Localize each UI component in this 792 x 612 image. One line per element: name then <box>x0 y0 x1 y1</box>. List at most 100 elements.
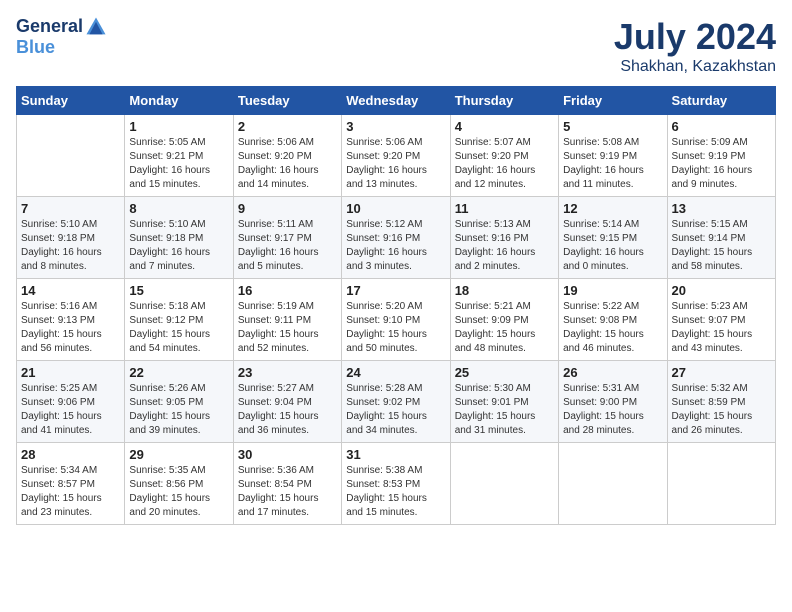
day-number: 19 <box>563 283 662 298</box>
weekday-header-row: SundayMondayTuesdayWednesdayThursdayFrid… <box>17 87 776 115</box>
day-info: Sunrise: 5:36 AMSunset: 8:54 PMDaylight:… <box>238 464 337 520</box>
logo-subtext: Blue <box>16 38 107 58</box>
day-info: Sunrise: 5:09 AMSunset: 9:19 PMDaylight:… <box>672 136 771 192</box>
calendar-cell: 8 Sunrise: 5:10 AMSunset: 9:18 PMDaylight… <box>125 197 233 279</box>
day-number: 16 <box>238 283 337 298</box>
day-number: 23 <box>238 365 337 380</box>
day-number: 18 <box>455 283 554 298</box>
calendar-cell: 13Sunrise: 5:15 AMSunset: 9:14 PMDayligh… <box>667 197 775 279</box>
calendar-cell: 12Sunrise: 5:14 AMSunset: 9:15 PMDayligh… <box>559 197 667 279</box>
weekday-header: Monday <box>125 87 233 115</box>
calendar-cell <box>559 443 667 525</box>
day-number: 6 <box>672 119 771 134</box>
day-info: Sunrise: 5:16 AMSunset: 9:13 PMDaylight:… <box>21 300 120 356</box>
day-number: 7 <box>21 201 120 216</box>
day-info: Sunrise: 5:23 AMSunset: 9:07 PMDaylight:… <box>672 300 771 356</box>
calendar-cell <box>17 115 125 197</box>
weekday-header: Wednesday <box>342 87 450 115</box>
day-info: Sunrise: 5:27 AMSunset: 9:04 PMDaylight:… <box>238 382 337 438</box>
calendar-table: SundayMondayTuesdayWednesdayThursdayFrid… <box>16 86 776 525</box>
calendar-cell: 20 Sunrise: 5:23 AMSunset: 9:07 PMDayligh… <box>667 279 775 361</box>
calendar-cell: 18 Sunrise: 5:21 AMSunset: 9:09 PMDayligh… <box>450 279 558 361</box>
day-info: Sunrise: 5:05 AMSunset: 9:21 PMDaylight:… <box>129 136 228 192</box>
page-header: General Blue July 2024 Shakhan, Kazakhst… <box>16 16 776 76</box>
logo: General Blue <box>16 16 107 58</box>
calendar-cell: 24 Sunrise: 5:28 AMSunset: 9:02 PMDayligh… <box>342 361 450 443</box>
day-info: Sunrise: 5:38 AMSunset: 8:53 PMDaylight:… <box>346 464 445 520</box>
day-info: Sunrise: 5:10 AMSunset: 9:18 PMDaylight:… <box>129 218 228 274</box>
calendar-week-row: 7 Sunrise: 5:10 AMSunset: 9:18 PMDaylight… <box>17 197 776 279</box>
day-number: 15 <box>129 283 228 298</box>
calendar-cell: 26 Sunrise: 5:31 AMSunset: 9:00 PMDayligh… <box>559 361 667 443</box>
day-number: 29 <box>129 447 228 462</box>
calendar-cell: 11 Sunrise: 5:13 AMSunset: 9:16 PMDayligh… <box>450 197 558 279</box>
day-number: 21 <box>21 365 120 380</box>
day-info: Sunrise: 5:22 AMSunset: 9:08 PMDaylight:… <box>563 300 662 356</box>
day-number: 3 <box>346 119 445 134</box>
day-number: 8 <box>129 201 228 216</box>
day-info: Sunrise: 5:35 AMSunset: 8:56 PMDaylight:… <box>129 464 228 520</box>
day-number: 1 <box>129 119 228 134</box>
month-title: July 2024 <box>614 16 776 58</box>
day-info: Sunrise: 5:11 AMSunset: 9:17 PMDaylight:… <box>238 218 337 274</box>
calendar-cell: 25 Sunrise: 5:30 AMSunset: 9:01 PMDayligh… <box>450 361 558 443</box>
day-number: 9 <box>238 201 337 216</box>
day-number: 26 <box>563 365 662 380</box>
day-number: 31 <box>346 447 445 462</box>
calendar-cell: 15Sunrise: 5:18 AMSunset: 9:12 PMDayligh… <box>125 279 233 361</box>
day-number: 30 <box>238 447 337 462</box>
day-info: Sunrise: 5:32 AMSunset: 8:59 PMDaylight:… <box>672 382 771 438</box>
day-info: Sunrise: 5:14 AMSunset: 9:15 PMDaylight:… <box>563 218 662 274</box>
day-info: Sunrise: 5:06 AMSunset: 9:20 PMDaylight:… <box>238 136 337 192</box>
calendar-week-row: 14 Sunrise: 5:16 AMSunset: 9:13 PMDayligh… <box>17 279 776 361</box>
day-info: Sunrise: 5:34 AMSunset: 8:57 PMDaylight:… <box>21 464 120 520</box>
calendar-cell: 9 Sunrise: 5:11 AMSunset: 9:17 PMDaylight… <box>233 197 341 279</box>
calendar-cell: 31 Sunrise: 5:38 AMSunset: 8:53 PMDayligh… <box>342 443 450 525</box>
day-info: Sunrise: 5:15 AMSunset: 9:14 PMDaylight:… <box>672 218 771 274</box>
day-info: Sunrise: 5:21 AMSunset: 9:09 PMDaylight:… <box>455 300 554 356</box>
day-info: Sunrise: 5:25 AMSunset: 9:06 PMDaylight:… <box>21 382 120 438</box>
day-info: Sunrise: 5:28 AMSunset: 9:02 PMDaylight:… <box>346 382 445 438</box>
calendar-cell: 14 Sunrise: 5:16 AMSunset: 9:13 PMDayligh… <box>17 279 125 361</box>
day-number: 2 <box>238 119 337 134</box>
day-number: 4 <box>455 119 554 134</box>
calendar-cell <box>450 443 558 525</box>
calendar-cell: 5 Sunrise: 5:08 AMSunset: 9:19 PMDaylight… <box>559 115 667 197</box>
calendar-week-row: 21 Sunrise: 5:25 AMSunset: 9:06 PMDayligh… <box>17 361 776 443</box>
calendar-cell: 23 Sunrise: 5:27 AMSunset: 9:04 PMDayligh… <box>233 361 341 443</box>
day-number: 28 <box>21 447 120 462</box>
day-info: Sunrise: 5:10 AMSunset: 9:18 PMDaylight:… <box>21 218 120 274</box>
day-info: Sunrise: 5:31 AMSunset: 9:00 PMDaylight:… <box>563 382 662 438</box>
day-info: Sunrise: 5:19 AMSunset: 9:11 PMDaylight:… <box>238 300 337 356</box>
calendar-cell: 4Sunrise: 5:07 AMSunset: 9:20 PMDaylight… <box>450 115 558 197</box>
day-number: 5 <box>563 119 662 134</box>
day-number: 25 <box>455 365 554 380</box>
day-number: 11 <box>455 201 554 216</box>
calendar-cell: 16 Sunrise: 5:19 AMSunset: 9:11 PMDayligh… <box>233 279 341 361</box>
calendar-cell: 7 Sunrise: 5:10 AMSunset: 9:18 PMDaylight… <box>17 197 125 279</box>
day-info: Sunrise: 5:30 AMSunset: 9:01 PMDaylight:… <box>455 382 554 438</box>
calendar-cell: 2 Sunrise: 5:06 AMSunset: 9:20 PMDaylight… <box>233 115 341 197</box>
calendar-week-row: 1 Sunrise: 5:05 AMSunset: 9:21 PMDaylight… <box>17 115 776 197</box>
day-number: 20 <box>672 283 771 298</box>
day-info: Sunrise: 5:08 AMSunset: 9:19 PMDaylight:… <box>563 136 662 192</box>
day-number: 27 <box>672 365 771 380</box>
day-info: Sunrise: 5:13 AMSunset: 9:16 PMDaylight:… <box>455 218 554 274</box>
day-info: Sunrise: 5:20 AMSunset: 9:10 PMDaylight:… <box>346 300 445 356</box>
calendar-cell: 28 Sunrise: 5:34 AMSunset: 8:57 PMDayligh… <box>17 443 125 525</box>
weekday-header: Friday <box>559 87 667 115</box>
day-number: 14 <box>21 283 120 298</box>
day-info: Sunrise: 5:26 AMSunset: 9:05 PMDaylight:… <box>129 382 228 438</box>
weekday-header: Tuesday <box>233 87 341 115</box>
day-number: 22 <box>129 365 228 380</box>
calendar-cell: 3Sunrise: 5:06 AMSunset: 9:20 PMDaylight… <box>342 115 450 197</box>
day-info: Sunrise: 5:12 AMSunset: 9:16 PMDaylight:… <box>346 218 445 274</box>
calendar-week-row: 28 Sunrise: 5:34 AMSunset: 8:57 PMDayligh… <box>17 443 776 525</box>
calendar-cell <box>667 443 775 525</box>
weekday-header: Sunday <box>17 87 125 115</box>
calendar-cell: 19 Sunrise: 5:22 AMSunset: 9:08 PMDayligh… <box>559 279 667 361</box>
calendar-cell: 6 Sunrise: 5:09 AMSunset: 9:19 PMDaylight… <box>667 115 775 197</box>
calendar-cell: 17Sunrise: 5:20 AMSunset: 9:10 PMDayligh… <box>342 279 450 361</box>
calendar-cell: 21 Sunrise: 5:25 AMSunset: 9:06 PMDayligh… <box>17 361 125 443</box>
day-number: 24 <box>346 365 445 380</box>
